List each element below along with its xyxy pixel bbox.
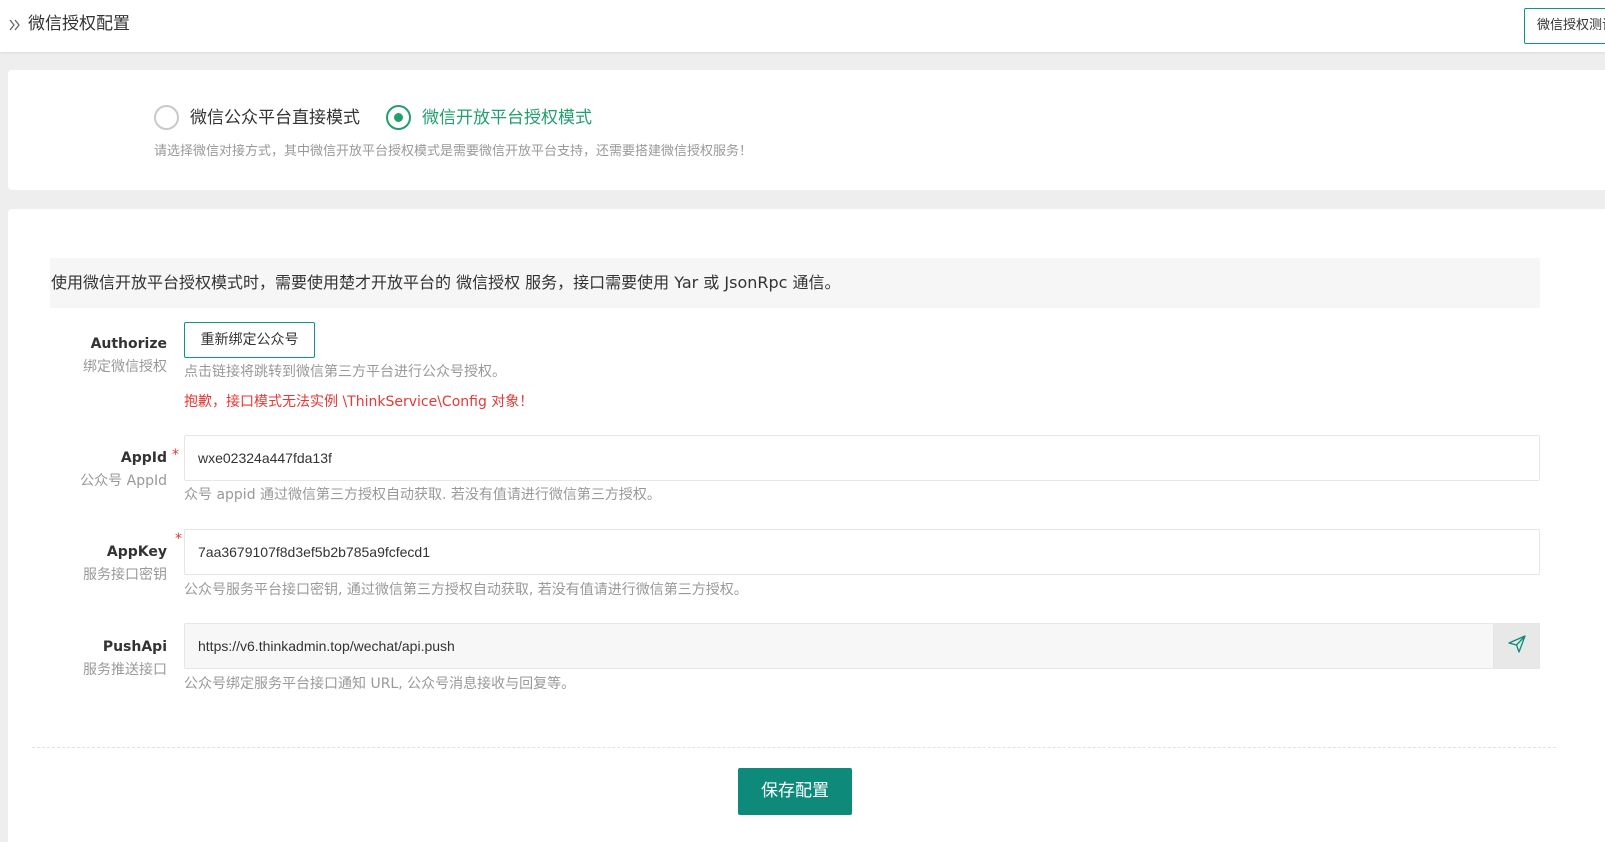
- pushapi-label: PushApi: [102, 639, 167, 655]
- appkey-help: 公众号服务平台接口密钥, 通过微信第三方授权自动获取, 若没有值请进行微信第三方…: [184, 582, 748, 598]
- config-form-card: 使用微信开放平台授权模式时，需要使用楚才开放平台的 微信授权 服务，接口需要使用…: [8, 209, 1605, 842]
- appid-help: 众号 appid 通过微信第三方授权自动获取. 若没有值请进行微信第三方授权。: [184, 487, 661, 503]
- page-title: 微信授权配置: [28, 14, 130, 34]
- appkey-label: AppKey: [106, 544, 167, 560]
- radio-checked-icon[interactable]: [386, 105, 411, 130]
- pushapi-help: 公众号绑定服务平台接口通知 URL, 公众号消息接收与回复等。: [184, 676, 576, 692]
- appkey-input[interactable]: 7aa3679107f8d3ef5b2b785a9fcfecd1: [184, 529, 1540, 575]
- form-divider: [32, 747, 1556, 748]
- notice-banner: 使用微信开放平台授权模式时，需要使用楚才开放平台的 微信授权 服务，接口需要使用…: [50, 258, 1540, 308]
- appid-input[interactable]: wxe02324a447fda13f: [184, 435, 1540, 481]
- save-config-button[interactable]: 保存配置: [738, 768, 852, 815]
- authorize-label-group: Authorize 绑定微信授权: [48, 334, 167, 378]
- mode-help-text: 请选择微信对接方式，其中微信开放平台授权模式是需要微信开放平台支持，还需要搭建微…: [154, 144, 753, 159]
- appid-sublabel: 公众号 AppId: [80, 473, 167, 489]
- appkey-label-group: AppKey 服务接口密钥: [48, 542, 167, 586]
- appid-label: AppId: [120, 450, 167, 466]
- required-marker: *: [172, 447, 179, 463]
- appid-label-group: AppId 公众号 AppId: [48, 448, 167, 492]
- appkey-sublabel: 服务接口密钥: [83, 567, 167, 583]
- radio-label[interactable]: 微信公众平台直接模式: [190, 106, 360, 130]
- mode-card: 微信公众平台直接模式 微信开放平台授权模式 请选择微信对接方式，其中微信开放平台…: [8, 70, 1605, 190]
- authorize-sublabel: 绑定微信授权: [83, 359, 167, 375]
- pushapi-label-group: PushApi 服务推送接口: [48, 637, 167, 681]
- authorize-error: 抱歉，接口模式无法实例 \ThinkService\Config 对象！: [184, 394, 534, 410]
- double-chevron-right-icon[interactable]: [8, 15, 22, 35]
- radio-label[interactable]: 微信开放平台授权模式: [422, 106, 592, 130]
- required-marker: *: [175, 531, 182, 547]
- radio-unchecked-icon[interactable]: [154, 105, 179, 130]
- top-bar: 微信授权配置 微信授权测试: [0, 0, 1605, 52]
- pushapi-input[interactable]: https://v6.thinkadmin.top/wechat/api.pus…: [184, 623, 1494, 669]
- authorize-label: Authorize: [90, 336, 167, 352]
- wechat-auth-test-button[interactable]: 微信授权测试: [1524, 8, 1605, 44]
- authorize-help: 点击链接将跳转到微信第三方平台进行公众号授权。: [184, 364, 506, 380]
- send-button[interactable]: [1494, 623, 1540, 669]
- radio-direct-mode[interactable]: 微信公众平台直接模式: [154, 104, 374, 132]
- rebind-account-button[interactable]: 重新绑定公众号: [184, 322, 315, 358]
- pushapi-sublabel: 服务推送接口: [83, 662, 167, 678]
- radio-open-platform-mode[interactable]: 微信开放平台授权模式: [386, 104, 626, 132]
- send-icon[interactable]: [1507, 634, 1527, 658]
